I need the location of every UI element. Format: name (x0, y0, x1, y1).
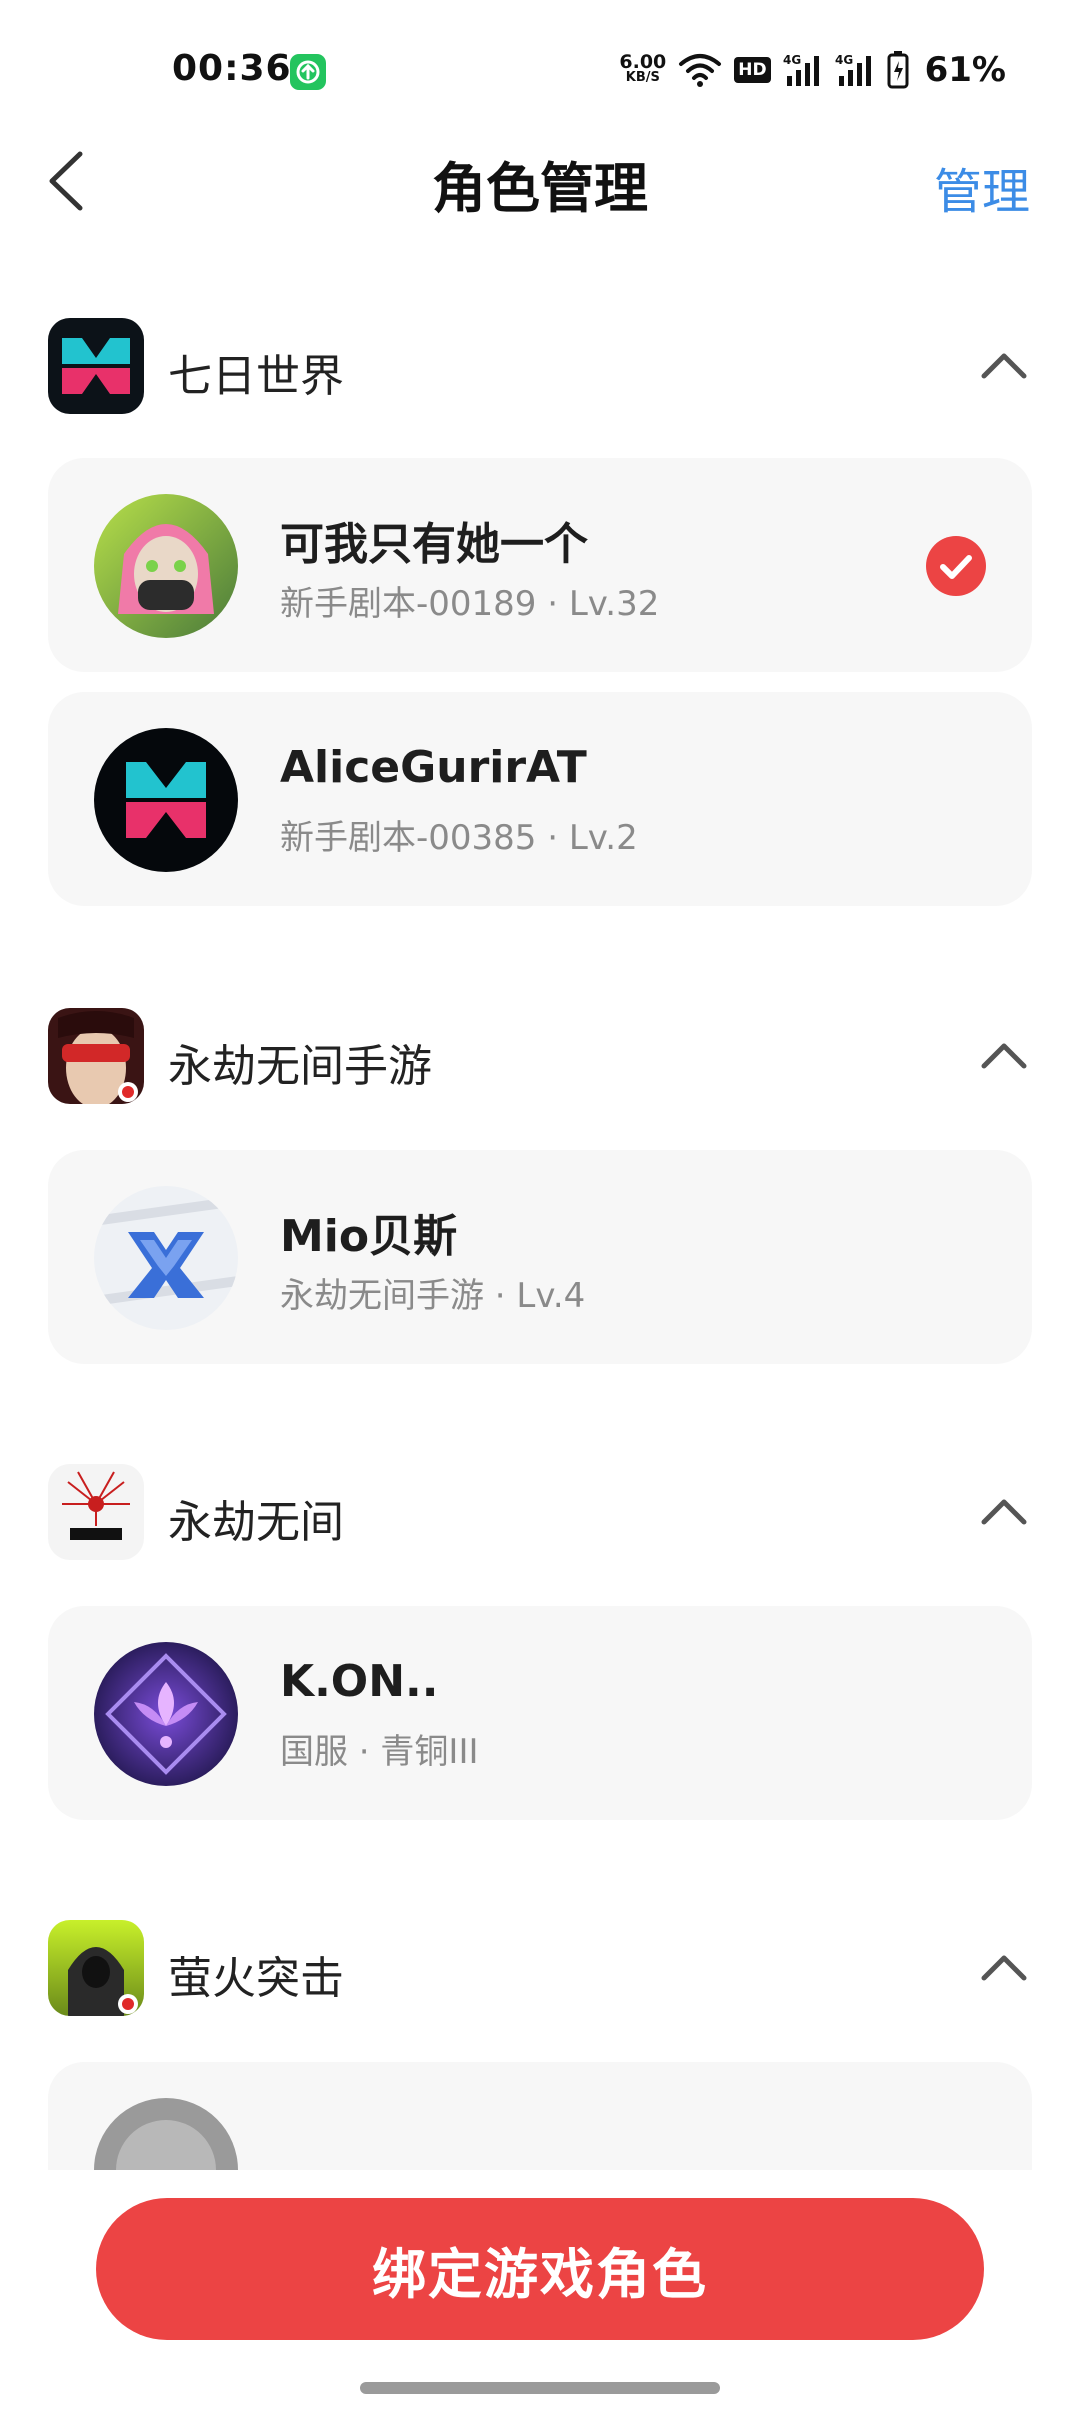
role-card[interactable]: K.ON.. 国服 · 青铜III (48, 1606, 1032, 1820)
role-card[interactable]: AliceGurirAT 新手剧本-00385 · Lv.2 (48, 692, 1032, 906)
game-section-header[interactable]: 七日世界 (48, 318, 1032, 414)
manage-button[interactable]: 管理 (934, 152, 1030, 222)
game-name: 永劫无间手游 (168, 1041, 432, 1092)
role-name: AliceGurirAT (280, 742, 587, 793)
game-icon-yongjie (48, 1464, 144, 1560)
role-name: K.ON.. (280, 1656, 439, 1707)
bind-game-role-button[interactable]: 绑定游戏角色 (96, 2198, 984, 2340)
role-card[interactable]: Mio贝斯 永劫无间手游 · Lv.4 (48, 1150, 1032, 1364)
game-name: 永劫无间 (168, 1497, 344, 1548)
game-icon-yinghuo (48, 1920, 144, 2016)
wifi-icon (679, 54, 722, 87)
game-section-header[interactable]: 萤火突击 (48, 1920, 1032, 2016)
status-time: 00:36 (172, 48, 292, 89)
game-section-header[interactable]: 永劫无间 (48, 1464, 1032, 1560)
role-subtitle: 新手剧本-00189 · Lv.32 (280, 584, 660, 624)
page-title: 角色管理 (432, 157, 648, 220)
game-name: 萤火突击 (168, 1953, 344, 2004)
home-indicator[interactable] (360, 2382, 720, 2394)
battery-charging-icon (887, 51, 909, 89)
game-name: 七日世界 (168, 351, 344, 402)
net-speed-value: 6.00 (619, 51, 667, 73)
role-avatar (94, 494, 238, 638)
signal-4g-icon-2: 4G (835, 53, 871, 86)
signal-4g-icon: 4G (783, 53, 819, 86)
role-name: 可我只有她一个 (280, 519, 588, 570)
role-avatar (94, 728, 238, 872)
back-button[interactable] (44, 148, 88, 214)
chevron-up-icon[interactable] (976, 1028, 1032, 1084)
role-subtitle: 永劫无间手游 · Lv.4 (280, 1276, 586, 1316)
role-avatar (94, 1186, 238, 1330)
status-indicators: 6.00 KB/S HD 4G 4G 61% (619, 48, 1006, 92)
role-subtitle: 新手剧本-00385 · Lv.2 (280, 818, 638, 858)
chevron-up-icon[interactable] (976, 1484, 1032, 1540)
svg-text:4G: 4G (835, 53, 853, 67)
hd-badge: HD (734, 57, 771, 83)
battery-percent: 61% (924, 50, 1006, 90)
chevron-up-icon[interactable] (976, 1940, 1032, 1996)
role-subtitle: 国服 · 青铜III (280, 1732, 479, 1772)
role-avatar (94, 1642, 238, 1786)
game-icon-qiri (48, 318, 144, 414)
svg-text:4G: 4G (783, 53, 801, 67)
back-arrow-icon (49, 151, 83, 211)
status-bar: 00:36 6.00 KB/S HD 4G 4G 61% (0, 0, 1080, 140)
check-circle-icon (926, 536, 986, 596)
net-speed: 6.00 KB/S (619, 51, 667, 86)
app-notification-icon (290, 54, 326, 90)
net-speed-unit: KB/S (625, 70, 660, 85)
chevron-up-icon[interactable] (976, 338, 1032, 394)
game-icon-yongjie-mobile (48, 1008, 144, 1104)
role-card[interactable]: 可我只有她一个 新手剧本-00189 · Lv.32 (48, 458, 1032, 672)
game-section-header[interactable]: 永劫无间手游 (48, 1008, 1032, 1104)
role-name: Mio贝斯 (280, 1211, 458, 1262)
